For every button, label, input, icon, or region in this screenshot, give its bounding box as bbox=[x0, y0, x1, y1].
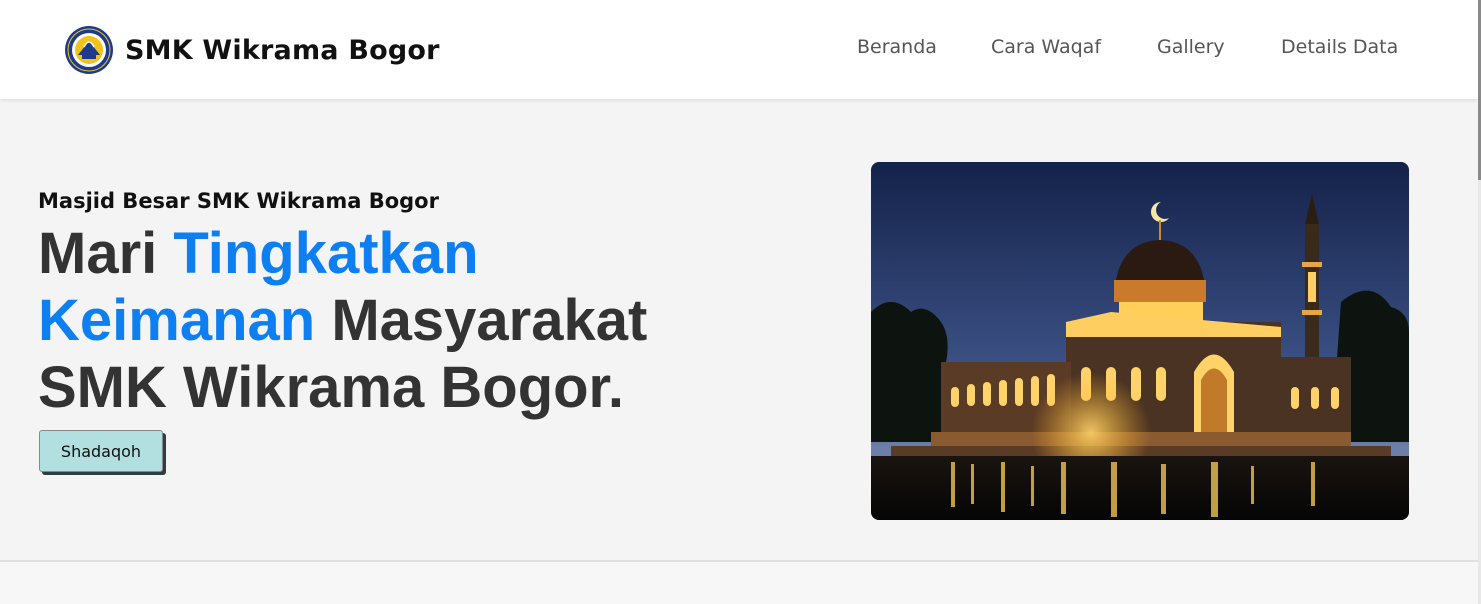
nav-link-details-data[interactable]: Details Data bbox=[1281, 36, 1398, 58]
shadaqoh-button[interactable]: Shadaqoh bbox=[39, 430, 163, 472]
hero-subtitle: Masjid Besar SMK Wikrama Bogor bbox=[38, 189, 439, 213]
hero-title-part1: Mari bbox=[38, 221, 174, 286]
hero-title: Mari Tingkatkan Keimanan Masyarakat SMK … bbox=[38, 220, 698, 421]
nav-link-gallery[interactable]: Gallery bbox=[1157, 36, 1225, 58]
page: SMK Wikrama Bogor Beranda Cara Waqaf Gal… bbox=[0, 0, 1481, 604]
main-nav: Beranda Cara Waqaf Gallery Details Data bbox=[0, 36, 1478, 66]
next-section bbox=[0, 562, 1478, 604]
mosque-night-illustration-icon bbox=[871, 162, 1409, 520]
nav-link-beranda[interactable]: Beranda bbox=[857, 36, 937, 58]
hero-title-accent-2: Keimanan bbox=[38, 288, 316, 353]
hero-title-accent-1: Tingkatkan bbox=[173, 221, 479, 286]
nav-link-cara-waqaf[interactable]: Cara Waqaf bbox=[991, 36, 1101, 58]
navbar: SMK Wikrama Bogor Beranda Cara Waqaf Gal… bbox=[0, 0, 1478, 99]
